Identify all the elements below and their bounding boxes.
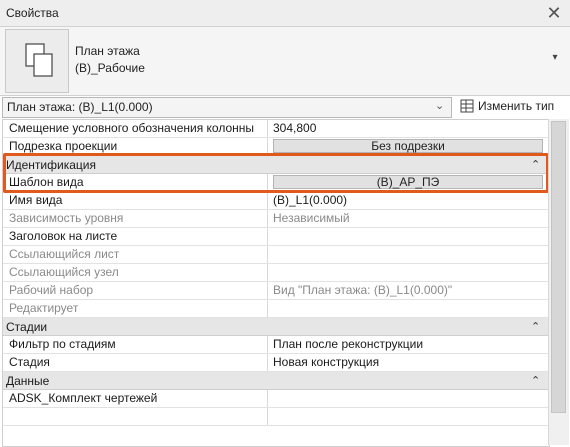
property-name: Смещение условного обозначения колонны xyxy=(3,120,268,137)
property-row: Редактирует xyxy=(3,300,549,318)
scrollbar-thumb[interactable] xyxy=(551,121,566,413)
collapse-icon[interactable]: ⌃ xyxy=(531,156,540,174)
property-value[interactable] xyxy=(269,228,549,245)
edit-type-button[interactable]: Изменить тип xyxy=(458,97,568,116)
property-row[interactable]: Стадия Новая конструкция xyxy=(3,354,549,372)
chevron-down-icon[interactable]: ⌄ xyxy=(435,99,444,112)
property-name: ADSK_Комплект чертежей xyxy=(3,390,268,407)
property-value[interactable]: 304,800 xyxy=(269,120,549,137)
property-name: Рабочий набор xyxy=(3,282,268,299)
edit-type-label: Изменить тип xyxy=(478,99,555,113)
property-row[interactable]: Смещение условного обозначения колонны 3… xyxy=(3,120,549,138)
property-value xyxy=(269,408,549,425)
vertical-scrollbar[interactable] xyxy=(548,119,569,445)
property-name: Шаблон вида xyxy=(3,174,268,191)
window-title: Свойства xyxy=(6,6,59,20)
instance-filter-value: План этажа: (В)_L1(0.000) xyxy=(7,100,153,114)
property-row: Зависимость уровня Независимый xyxy=(3,210,549,228)
property-value[interactable]: Новая конструкция xyxy=(269,354,549,371)
group-header-data[interactable]: Данные ⌃ xyxy=(3,372,549,390)
property-name xyxy=(3,408,268,425)
empty-row xyxy=(3,408,549,426)
property-name: Зависимость уровня xyxy=(3,210,268,227)
property-name: Ссылающийся узел xyxy=(3,264,268,281)
property-row[interactable]: Фильтр по стадиям План после реконструкц… xyxy=(3,336,549,354)
property-value xyxy=(269,246,549,263)
view-template-button[interactable]: (В)_АР_ПЭ xyxy=(273,175,543,189)
close-icon[interactable]: ✕ xyxy=(543,2,565,24)
type-name: (В)_Рабочие xyxy=(75,61,145,75)
type-selector[interactable]: План этажа (В)_Рабочие ▾ xyxy=(0,27,570,96)
group-header-identification[interactable]: Идентификация ⌃ xyxy=(3,156,549,174)
property-row: Ссылающийся лист xyxy=(3,246,549,264)
group-label: Данные xyxy=(6,374,50,388)
property-value xyxy=(269,264,549,281)
property-value: Вид "План этажа: (В)_L1(0.000)" xyxy=(273,283,453,297)
collapse-icon[interactable]: ⌃ xyxy=(531,372,540,390)
property-value: Независимый xyxy=(273,211,350,225)
properties-title-bar: Свойства ✕ xyxy=(0,0,570,27)
property-name: Фильтр по стадиям xyxy=(3,336,268,353)
property-name: Ссылающийся лист xyxy=(3,246,268,263)
property-row[interactable]: Имя вида (В)_L1(0.000) xyxy=(3,192,549,210)
property-value[interactable]: План после реконструкции xyxy=(269,336,549,353)
instance-row: План этажа: (В)_L1(0.000) ⌄ Изменить тип xyxy=(0,96,570,118)
property-value[interactable]: (В)_L1(0.000) xyxy=(269,192,549,209)
property-name: Подрезка проекции xyxy=(3,138,268,155)
property-row[interactable]: Подрезка проекции Без подрезки xyxy=(3,138,549,156)
chevron-down-icon[interactable]: ▾ xyxy=(548,51,562,65)
collapse-icon[interactable]: ⌃ xyxy=(531,318,540,336)
view-type-icon xyxy=(5,29,69,93)
crop-view-button[interactable]: Без подрезки xyxy=(273,139,543,153)
property-row: Рабочий набор Вид "План этажа: (В)_L1(0.… xyxy=(3,282,549,300)
properties-grid: Смещение условного обозначения колонны 3… xyxy=(2,119,550,447)
group-header-phasing[interactable]: Стадии ⌃ xyxy=(3,318,549,336)
property-name: Стадия xyxy=(3,354,268,371)
property-value xyxy=(269,300,549,317)
type-family-name: План этажа xyxy=(75,44,140,58)
property-row[interactable]: Шаблон вида (В)_АР_ПЭ xyxy=(3,174,549,192)
property-name: Заголовок на листе xyxy=(3,228,268,245)
property-value[interactable] xyxy=(269,390,549,407)
group-label: Идентификация xyxy=(6,158,96,172)
property-row[interactable]: ADSK_Комплект чертежей xyxy=(3,390,549,408)
property-row: Ссылающийся узел xyxy=(3,264,549,282)
group-label: Стадии xyxy=(6,320,48,334)
instance-filter-dropdown[interactable]: План этажа: (В)_L1(0.000) ⌄ xyxy=(2,97,452,118)
property-row[interactable]: Заголовок на листе xyxy=(3,228,549,246)
edit-type-icon xyxy=(460,99,474,113)
property-name: Имя вида xyxy=(3,192,268,209)
property-name: Редактирует xyxy=(3,300,268,317)
